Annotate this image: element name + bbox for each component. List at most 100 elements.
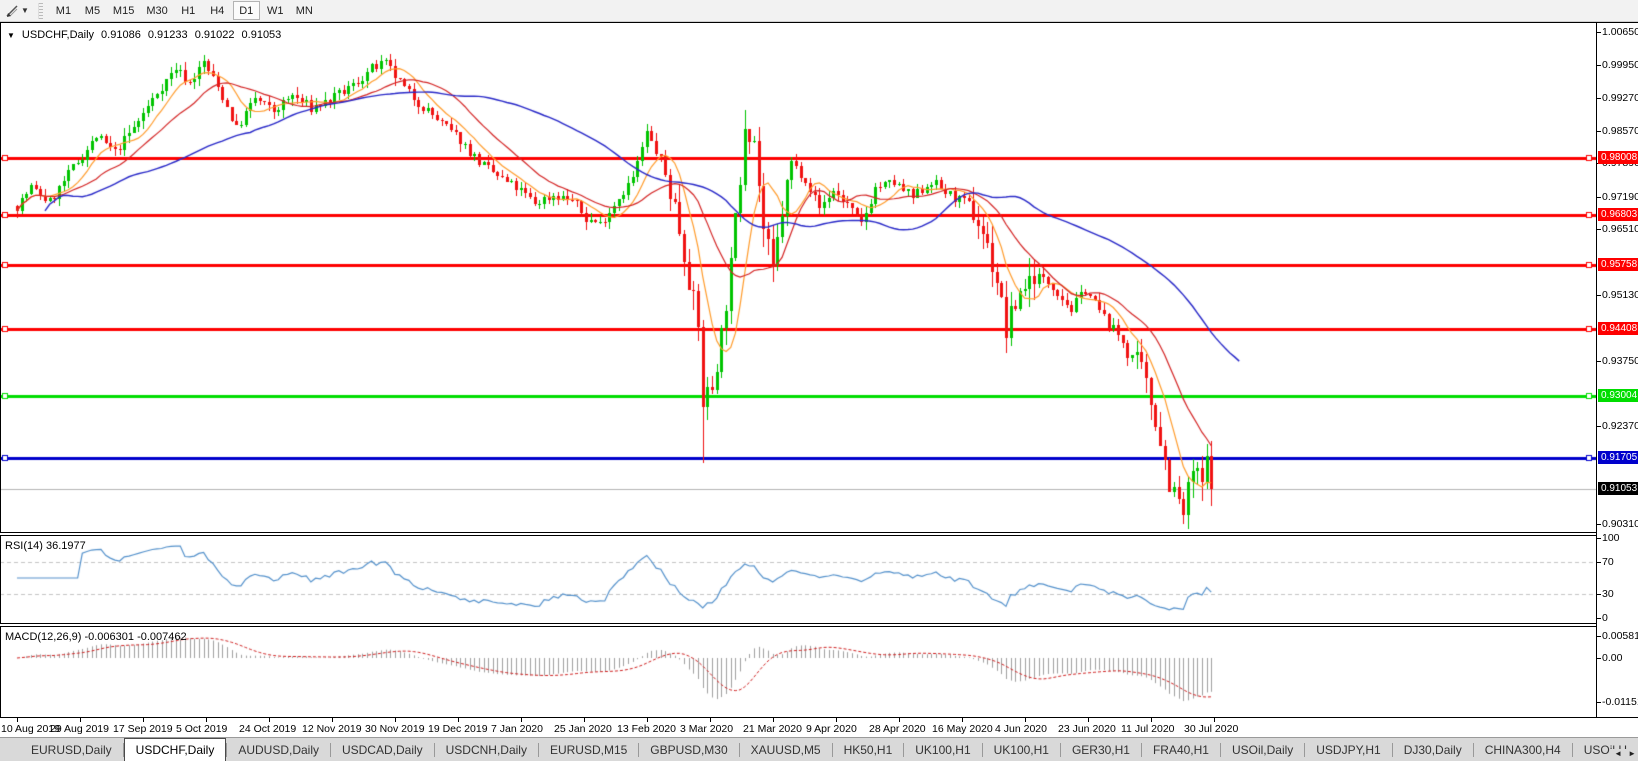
chart-window: ▼ USDCHF,Daily 0.91086 0.91233 0.91022 0…	[0, 22, 1638, 761]
timeframe-button-w1[interactable]: W1	[262, 1, 289, 20]
macd-tick-label: 0.005818	[1602, 630, 1638, 642]
axis-tick-mark	[1597, 361, 1601, 362]
chart-tab-xauusd-m5[interactable]: XAUUSD,M5	[740, 741, 832, 761]
date-label: 9 Apr 2020	[806, 723, 857, 735]
line-studies-tool-button[interactable]: ▼	[0, 1, 34, 21]
timeframe-button-h1[interactable]: H1	[175, 1, 202, 20]
date-tick-mark	[962, 718, 963, 722]
axis-tick-mark	[1597, 702, 1601, 703]
chart-tab-uk100-h1[interactable]: UK100,H1	[904, 741, 981, 761]
date-label: 28 Apr 2020	[869, 723, 926, 735]
price-tick-label: 0.95130	[1602, 289, 1638, 301]
chart-tab-bar: EURUSD,DailyUSDCHF,DailyAUDUSD,DailyUSDC…	[0, 737, 1638, 761]
chart-tab-audusd-daily[interactable]: AUDUSD,Daily	[227, 741, 330, 761]
chart-tab-usdchf-daily[interactable]: USDCHF,Daily	[124, 738, 227, 761]
timeframe-button-h4[interactable]: H4	[204, 1, 231, 20]
rsi-indicator-canvas[interactable]	[0, 536, 1596, 623]
axis-tick-mark	[1597, 636, 1601, 637]
ohlc-values: 0.91086 0.91233 0.91022 0.91053	[101, 29, 285, 41]
date-tick-mark	[269, 718, 270, 722]
panel-divider-macd[interactable]	[0, 623, 1596, 627]
macd-indicator-canvas[interactable]	[0, 627, 1596, 717]
chart-title: ▼ USDCHF,Daily 0.91086 0.91233 0.91022 0…	[7, 29, 285, 41]
date-label: 21 Mar 2020	[743, 723, 802, 735]
level-price-tag: 0.96803	[1598, 208, 1638, 221]
axis-tick-mark	[1597, 524, 1601, 525]
time-axis: 10 Aug 201929 Aug 201917 Sep 20195 Oct 2…	[0, 718, 1638, 738]
chart-tab-hk50-h1[interactable]: HK50,H1	[833, 741, 904, 761]
axis-tick-mark	[1597, 197, 1601, 198]
tab-scroll-left-icon[interactable]: ◄	[1614, 749, 1622, 758]
date-label: 29 Aug 2019	[50, 723, 109, 735]
toolbar-grip	[38, 3, 43, 19]
date-tick-mark	[1088, 718, 1089, 722]
price-tick-label: 0.96510	[1602, 223, 1638, 235]
axis-tick-mark	[1597, 32, 1601, 33]
chart-tab-ger30-h1[interactable]: GER30,H1	[1061, 741, 1141, 761]
panel-divider-rsi[interactable]	[0, 532, 1596, 536]
date-tick-mark	[899, 718, 900, 722]
chart-tab-usdcad-daily[interactable]: USDCAD,Daily	[331, 741, 434, 761]
tab-scroll-controls: ◄ ►	[1610, 749, 1636, 758]
rsi-tick-label: 0	[1602, 612, 1608, 624]
axis-tick-mark	[1597, 98, 1601, 99]
chart-tab-uk100-h1[interactable]: UK100,H1	[983, 741, 1060, 761]
timeframe-button-m15[interactable]: M15	[108, 1, 139, 20]
axis-tick-mark	[1597, 426, 1601, 427]
date-label: 12 Nov 2019	[302, 723, 362, 735]
tab-scroll-right-icon[interactable]: ►	[1628, 749, 1636, 758]
chart-symbol-period: USDCHF,Daily	[22, 29, 94, 41]
chart-left-border	[0, 23, 1, 717]
date-tick-mark	[1151, 718, 1152, 722]
date-tick-mark	[332, 718, 333, 722]
date-tick-mark	[395, 718, 396, 722]
chevron-down-icon: ▼	[21, 1, 29, 21]
price-tick-label: 0.93750	[1602, 355, 1638, 367]
macd-indicator-label: MACD(12,26,9) -0.006301 -0.007462	[5, 631, 187, 643]
axis-tick-mark	[1597, 562, 1601, 563]
chart-dropdown-icon[interactable]: ▼	[7, 31, 15, 40]
level-price-tag: 0.98008	[1598, 151, 1638, 164]
top-toolbar: ▼ M1M5M15M30H1H4D1W1MN	[0, 0, 1638, 22]
date-label: 23 Jun 2020	[1058, 723, 1116, 735]
chart-tab-eurusd-m15[interactable]: EURUSD,M15	[539, 741, 638, 761]
level-price-tag: 0.93004	[1598, 389, 1638, 402]
timeframe-button-m5[interactable]: M5	[79, 1, 106, 20]
date-tick-mark	[17, 718, 18, 722]
date-label: 11 Jul 2020	[1121, 723, 1175, 735]
date-label: 17 Sep 2019	[113, 723, 173, 735]
axis-tick-mark	[1597, 618, 1601, 619]
axis-tick-mark	[1597, 295, 1601, 296]
price-tick-label: 0.99950	[1602, 59, 1638, 71]
date-label: 30 Nov 2019	[365, 723, 425, 735]
date-tick-mark	[1214, 718, 1215, 722]
rsi-tick-label: 70	[1602, 556, 1614, 568]
macd-tick-label: 0.00	[1602, 652, 1622, 664]
timeframe-button-m30[interactable]: M30	[141, 1, 172, 20]
timeframe-button-d1[interactable]: D1	[233, 1, 260, 20]
chart-tab-usoil-daily[interactable]: USOil,Daily	[1221, 741, 1304, 761]
main-chart-canvas[interactable]	[0, 23, 1596, 532]
date-tick-mark	[521, 718, 522, 722]
date-label: 19 Dec 2019	[428, 723, 488, 735]
date-tick-mark	[836, 718, 837, 722]
rsi-indicator-label: RSI(14) 36.1977	[5, 540, 86, 552]
timeframe-button-m1[interactable]: M1	[50, 1, 77, 20]
axis-tick-mark	[1597, 229, 1601, 230]
chart-tab-gbpusd-m30[interactable]: GBPUSD,M30	[639, 741, 738, 761]
axis-tick-mark	[1597, 65, 1601, 66]
chart-tab-dj30-daily[interactable]: DJ30,Daily	[1393, 741, 1473, 761]
chart-tab-fra40-h1[interactable]: FRA40,H1	[1142, 741, 1220, 761]
date-tick-mark	[1025, 718, 1026, 722]
price-tick-label: 0.98570	[1602, 125, 1638, 137]
chart-tab-china300-h4[interactable]: CHINA300,H4	[1474, 741, 1572, 761]
timeframe-button-mn[interactable]: MN	[291, 1, 318, 20]
date-tick-mark	[80, 718, 81, 722]
chart-tab-eurusd-daily[interactable]: EURUSD,Daily	[20, 741, 123, 761]
chart-tab-usdcnh-daily[interactable]: USDCNH,Daily	[435, 741, 538, 761]
price-tick-label: 0.99270	[1602, 92, 1638, 104]
date-label: 30 Jul 2020	[1184, 723, 1238, 735]
date-tick-mark	[458, 718, 459, 722]
axis-tick-mark	[1597, 538, 1601, 539]
chart-tab-usdjpy-h1[interactable]: USDJPY,H1	[1305, 741, 1391, 761]
